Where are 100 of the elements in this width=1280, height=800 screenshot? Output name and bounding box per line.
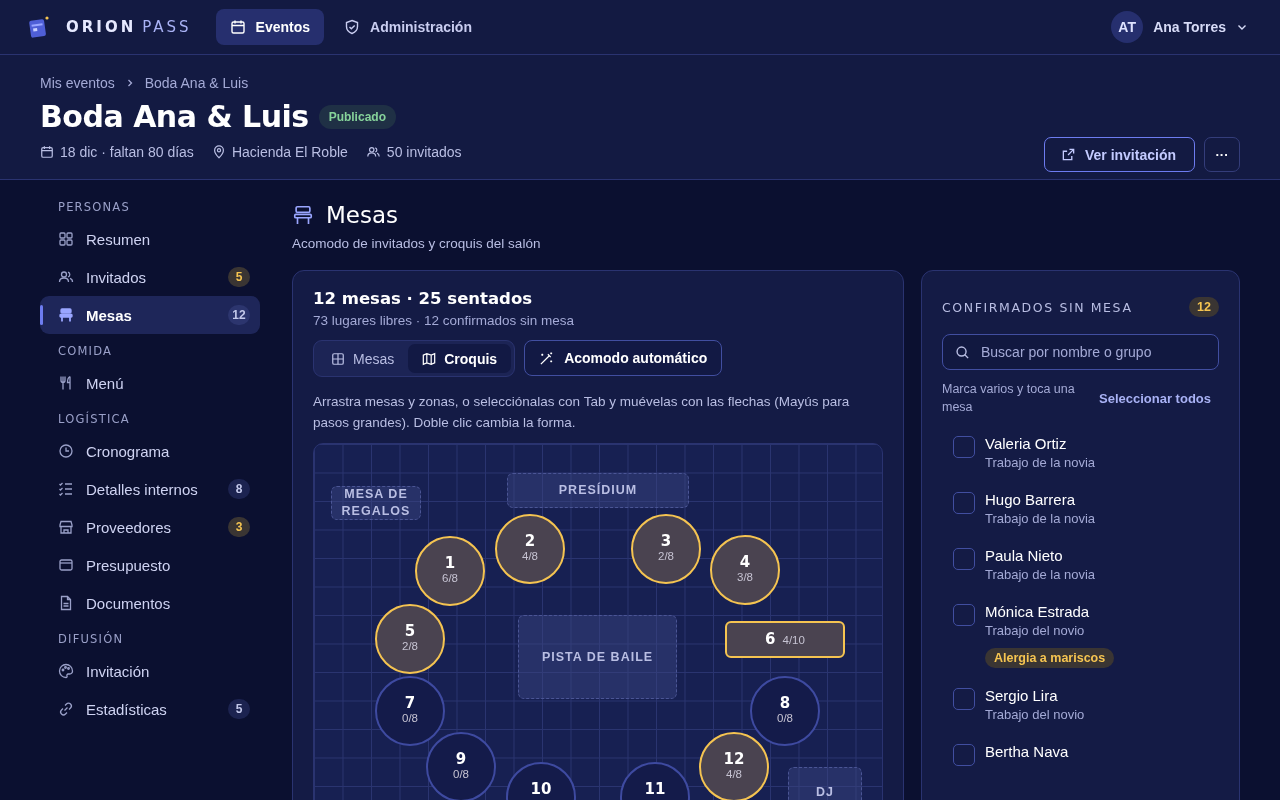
table-marker[interactable]: 6 4/10 (725, 621, 845, 658)
calendar-icon (40, 145, 54, 159)
wallet-icon (58, 557, 74, 573)
select-all-link[interactable]: Seleccionar todos (1099, 390, 1211, 406)
location-pin-icon (211, 145, 226, 159)
table-marker[interactable]: 7 0/8 (375, 676, 445, 746)
more-button[interactable]: ··· (1204, 137, 1240, 172)
shield-icon (344, 19, 361, 35)
view-tab[interactable]: Croquis (408, 344, 512, 373)
external-link-icon (1060, 147, 1076, 162)
sidebar-item[interactable]: Cronograma (40, 432, 260, 470)
sidebar-item[interactable]: Documentos (40, 584, 260, 622)
store-icon (58, 519, 74, 535)
table-marker[interactable]: 4 3/8 (710, 535, 780, 605)
event-date: 18 dic · faltan 80 días (60, 144, 194, 160)
guest-name: Sergio Lira (985, 686, 1058, 706)
count-badge: 8 (228, 479, 250, 499)
summary-subtitle: 73 lugares libres · 12 confirmados sin mesa (313, 313, 576, 328)
nav-tab[interactable]: Administración (330, 9, 486, 45)
avatar: AT (1111, 11, 1144, 43)
zone-area[interactable]: PRESÍDIUM (507, 473, 689, 508)
brand-name-suffix: PASS (142, 18, 192, 36)
palette-icon (58, 663, 74, 679)
table-grid-icon (331, 351, 345, 366)
table-marker[interactable]: 2 4/8 (495, 514, 565, 584)
allergy-tag: Alergia a mariscos (985, 648, 1115, 668)
sidebar-item[interactable]: Estadísticas 5 (40, 690, 260, 728)
guest-name: Paula Nieto (985, 546, 1063, 566)
sidebar-item[interactable]: Resumen (40, 220, 260, 258)
map-icon (422, 351, 437, 366)
guest-group: Trabajo del novio (985, 622, 1085, 640)
event-venue: Hacienda El Roble (231, 144, 348, 160)
checkbox[interactable] (953, 744, 975, 766)
page-subtitle: Acomodo de invitados y croquis del salón (292, 236, 542, 251)
clock-icon (58, 443, 74, 459)
checkbox[interactable] (953, 604, 975, 626)
table-marker[interactable]: 11 (620, 762, 690, 800)
auto-arrange-button[interactable]: Acomodo automático (524, 340, 723, 376)
sidebar-heading: PERSONAS (57, 199, 131, 216)
count-badge: 12 (228, 305, 250, 325)
users-icon (58, 269, 74, 285)
chair-icon (292, 204, 314, 226)
guest-group: Trabajo del novio (985, 706, 1085, 724)
count-badge: 5 (228, 267, 250, 287)
brand-name: ORION (66, 18, 137, 36)
guest-name: Mónica Estrada (985, 602, 1090, 622)
user-name: Ana Torres (1153, 19, 1226, 35)
document-icon (58, 595, 74, 611)
sidebar-item[interactable]: Invitados 5 (40, 258, 260, 296)
sidebar-item[interactable]: Invitación (40, 652, 260, 690)
event-title: Boda Ana & Luis (40, 99, 309, 134)
nav-tab[interactable]: Eventos (215, 9, 325, 45)
count-badge: 12 (1189, 297, 1219, 317)
table-marker[interactable]: 10 (506, 762, 576, 800)
guest-name: Hugo Barrera (985, 490, 1076, 510)
count-badge: 3 (228, 517, 250, 537)
checkbox[interactable] (953, 688, 975, 710)
table-marker[interactable]: 5 2/8 (375, 604, 445, 674)
search-icon (955, 345, 970, 360)
guest-name: Bertha Nava (985, 742, 1069, 762)
table-marker[interactable]: 12 4/8 (699, 732, 769, 800)
checkbox[interactable] (953, 548, 975, 570)
view-tab[interactable]: Mesas (317, 344, 409, 373)
guest-group: Trabajo de la novia (985, 510, 1096, 528)
sidebar-heading: COMIDA (57, 343, 114, 360)
view-invitation-button[interactable]: Ver invitación (1043, 137, 1195, 172)
zone-area[interactable]: MESA DE REGALOS (331, 486, 421, 520)
chair-icon (58, 307, 74, 323)
count-badge: 5 (228, 699, 250, 719)
search-field[interactable]: Buscar por nombre o grupo (942, 334, 1219, 370)
grid-icon (58, 231, 74, 247)
magic-wand-icon (539, 350, 555, 366)
table-marker[interactable]: 9 0/8 (426, 732, 496, 800)
panel-title: CONFIRMADOS SIN MESA (942, 299, 1133, 315)
status-badge: Publicado (318, 104, 396, 129)
breadcrumb-current: Boda Ana & Luis (144, 75, 249, 91)
zone-area[interactable]: DJ (788, 767, 862, 800)
summary-title: 12 mesas · 25 sentados (313, 289, 534, 308)
guest-name: Valeria Ortiz (985, 434, 1067, 454)
sidebar-item[interactable]: Menú (40, 364, 260, 402)
link-icon (58, 701, 74, 717)
table-marker[interactable]: 1 6/8 (415, 536, 485, 606)
sidebar-item[interactable]: Detalles internos 8 (40, 470, 260, 508)
sidebar-item[interactable]: Presupuesto (40, 546, 260, 584)
logo-icon (28, 15, 50, 39)
hint-text: Marca varios y toca una mesa (942, 381, 1076, 416)
sidebar-item[interactable]: Proveedores 3 (40, 508, 260, 546)
table-marker[interactable]: 8 0/8 (750, 676, 820, 746)
checkbox[interactable] (953, 492, 975, 514)
checkbox[interactable] (953, 436, 975, 458)
event-guests: 50 invitados (386, 144, 462, 160)
sidebar-item[interactable]: Mesas 12 (40, 296, 260, 334)
user-menu[interactable]: AT Ana Torres (1111, 11, 1248, 43)
guest-group: Trabajo de la novia (985, 454, 1096, 472)
table-marker[interactable]: 3 2/8 (631, 514, 701, 584)
guest-group: Trabajo de la novia (985, 566, 1096, 584)
breadcrumb-link[interactable]: Mis eventos (40, 75, 115, 91)
sidebar-heading: LOGÍSTICA (57, 410, 131, 428)
zone-area[interactable]: PISTA DE BAILE (518, 615, 677, 699)
utensils-icon (58, 375, 74, 391)
